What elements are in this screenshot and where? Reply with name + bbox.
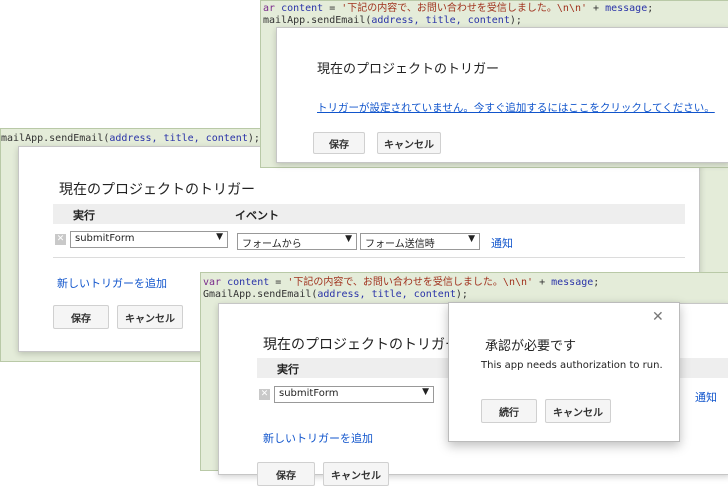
close-icon[interactable]: ✕ [652, 309, 664, 325]
code-end: ); [247, 133, 260, 144]
code-var: content [281, 3, 324, 14]
event-source-select[interactable]: フォームから ▼ [237, 233, 357, 250]
save-button[interactable]: 保存 [313, 132, 365, 154]
auth-title: 承認が必要です [485, 339, 577, 354]
col-run: 実行 [73, 209, 95, 222]
code-call: mailApp.sendEmail( [1, 133, 110, 144]
remove-trigger-icon[interactable]: ✕ [55, 234, 66, 245]
cancel-button[interactable]: キャンセル [323, 462, 389, 486]
code-line: ar content = '下記の内容で、お問い合わせを受信しました。\n\n'… [263, 3, 654, 14]
notify-link[interactable]: 通知 [695, 389, 717, 405]
save-button[interactable]: 保存 [53, 305, 109, 329]
code-line: GmailApp.sendEmail(address, title, conte… [203, 289, 468, 300]
add-trigger-link[interactable]: 新しいトリガーを追加 [57, 275, 167, 291]
dialog-title: 現在のプロジェクトのトリガー [317, 62, 500, 77]
authorization-dialog: ✕ 承認が必要です This app needs authorization t… [448, 302, 680, 442]
divider [53, 257, 685, 258]
code-string: '下記の内容で、お問い合わせを受信しました。\n\n' [341, 3, 588, 14]
code-line: mailApp.sendEmail(address, title, conten… [1, 133, 260, 145]
auth-message: This app needs authorization to run. [481, 360, 663, 371]
code-keyword: ar [263, 3, 282, 14]
code-line: var content = '下記の内容で、お問い合わせを受信しました。\n\n… [203, 277, 600, 288]
continue-button[interactable]: 続行 [481, 399, 537, 423]
cancel-button[interactable]: キャンセル [545, 399, 611, 423]
save-button[interactable]: 保存 [257, 462, 315, 486]
event-type-select[interactable]: フォーム送信時 ▼ [360, 233, 480, 250]
cancel-button[interactable]: キャンセル [377, 132, 441, 154]
col-event: イベント [235, 209, 279, 222]
function-select[interactable]: submitForm ▼ [274, 386, 434, 403]
remove-trigger-icon[interactable]: ✕ [259, 389, 270, 400]
dropdown-arrow-icon: ▼ [345, 234, 352, 244]
dropdown-arrow-icon: ▼ [422, 387, 429, 397]
trigger-table-header: 実行 イベント [53, 204, 685, 224]
dialog-title: 現在のプロジェクトのトリガー [59, 182, 255, 198]
dropdown-arrow-icon: ▼ [468, 234, 475, 244]
code-args: address, title, content [109, 133, 248, 144]
col-run: 実行 [277, 363, 299, 376]
code-line: mailApp.sendEmail(address, title, conten… [263, 15, 522, 26]
add-trigger-link[interactable]: 新しいトリガーを追加 [263, 430, 373, 446]
dropdown-arrow-icon: ▼ [216, 232, 223, 242]
notify-link[interactable]: 通知 [491, 235, 513, 251]
cancel-button[interactable]: キャンセル [117, 305, 183, 329]
dialog-title: 現在のプロジェクトのトリガー [263, 337, 459, 353]
no-trigger-link[interactable]: トリガーが設定されていません。今すぐ追加するにはここをクリックしてください。 [317, 100, 715, 115]
function-select[interactable]: submitForm ▼ [70, 231, 228, 248]
trigger-dialog-top: 現在のプロジェクトのトリガー トリガーが設定されていません。今すぐ追加するにはこ… [276, 27, 728, 163]
